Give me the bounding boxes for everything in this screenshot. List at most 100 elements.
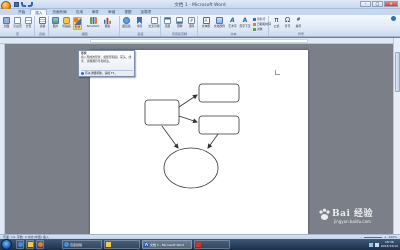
group-text: A 文本框 文档部件 A 艺术字 A 首字下沉 签名行 日期和时间 对象 文本 <box>199 16 271 36</box>
blank-page-button[interactable]: 空白页 <box>13 17 22 28</box>
page-number-icon: # <box>188 17 195 24</box>
blank-page-icon <box>14 17 21 24</box>
word-icon: W <box>144 242 149 247</box>
picture-button[interactable]: 图片 <box>51 17 60 28</box>
ellipse-bottom[interactable] <box>163 147 219 189</box>
table-icon <box>39 17 46 24</box>
scrollbar-thumb[interactable] <box>395 52 400 92</box>
tooltip-body: 插入现成的形状，如矩形和圆、箭头、线条、流程图符号和标注。 <box>81 55 132 63</box>
baidu-paw-icon <box>319 208 330 220</box>
taskbar-item-folder[interactable] <box>104 240 140 249</box>
hyperlink-icon <box>123 17 130 24</box>
footer-icon <box>176 17 183 24</box>
page-number-button[interactable]: # 页码 <box>187 17 196 28</box>
chart-button[interactable]: 图表 <box>103 17 112 28</box>
dropcap-button[interactable]: A 首字下沉 <box>239 17 251 28</box>
hyperlink-button[interactable]: 超链接 <box>122 17 131 28</box>
quick-parts-button[interactable]: 文档部件 <box>213 17 226 28</box>
wordart-button[interactable]: A 艺术字 <box>227 17 238 28</box>
clock[interactable]: 18:36 2013/12/10 <box>380 240 398 248</box>
window-title: 文档 1 - Microsoft Word <box>174 3 226 8</box>
rounded-rect-top-right[interactable] <box>198 83 240 103</box>
number-button[interactable]: # 编号 <box>294 17 303 28</box>
help-icon <box>81 71 84 75</box>
arrow-right-to-ellipse[interactable] <box>207 133 219 149</box>
folder-icon <box>106 242 111 247</box>
taskbar-quicklaunch-media[interactable] <box>36 240 44 249</box>
quick-parts-icon <box>216 17 223 24</box>
flow-diagram <box>144 83 240 189</box>
title-bar: 文档 1 - Microsoft Word – □ × <box>0 0 400 11</box>
table-button[interactable]: 表格 <box>38 17 47 28</box>
rounded-rect-left[interactable] <box>144 99 180 126</box>
page-break-button[interactable]: 分页 <box>24 17 33 28</box>
ribbon: 封面 空白页 分页 页 表格 表格 图片 剪贴画 形状 SmartArt 图表 … <box>0 15 400 37</box>
wordart-icon: A <box>230 17 235 24</box>
bookmark-icon <box>137 17 142 24</box>
group-pages: 封面 空白页 分页 页 <box>1 16 35 36</box>
textbox-button[interactable]: A 文本框 <box>200 17 212 28</box>
arrow-left-to-ellipse[interactable] <box>161 125 179 149</box>
cover-page-button[interactable]: 封面 <box>2 17 11 28</box>
number-icon: # <box>296 17 301 23</box>
group-tables: 表格 表格 <box>36 16 49 36</box>
document-page[interactable] <box>90 50 308 234</box>
watermark-url: jingyan.baidu.com <box>334 219 371 224</box>
taskbar-item-app[interactable] <box>194 240 230 249</box>
page-break-icon <box>25 17 32 24</box>
chart-icon <box>104 17 111 24</box>
taskbar-quicklaunch-ie[interactable] <box>16 240 24 249</box>
header-button[interactable]: 页眉 <box>163 17 172 28</box>
arrow-to-mid-right[interactable] <box>178 115 198 124</box>
taskbar-item-word[interactable]: W 文档 1 - Microsoft Word <box>142 240 192 249</box>
arrow-to-top-right[interactable] <box>178 94 198 108</box>
network-icon[interactable] <box>368 242 373 247</box>
equation-button[interactable]: π 公式 <box>272 17 281 28</box>
system-tray: 18:36 2013/12/10 <box>368 240 398 249</box>
app-icon <box>196 242 201 247</box>
footer-button[interactable]: 页脚 <box>175 17 184 28</box>
bookmark-button[interactable]: 书签 <box>135 17 144 28</box>
baidu-watermark: Bai 经验 jingyan.baidu.com <box>316 204 392 230</box>
clipart-button[interactable]: 剪贴画 <box>62 17 71 28</box>
window-controls: – □ × <box>360 1 398 7</box>
browser-icon <box>64 242 69 247</box>
group-illustrations: 图片 剪贴画 形状 SmartArt 图表 插图 <box>50 16 120 36</box>
smartart-button[interactable]: SmartArt <box>86 17 100 28</box>
close-icon[interactable]: × <box>384 1 398 7</box>
clock-date: 2013/12/10 <box>380 243 398 248</box>
folder-icon <box>28 242 33 247</box>
minimize-icon[interactable]: – <box>360 1 371 7</box>
group-header-footer: 页眉 页脚 # 页码 页眉和页脚 <box>162 16 198 36</box>
dropcap-icon: A <box>242 17 248 24</box>
taskbar: 百度经验 W 文档 1 - Microsoft Word 18:36 2013/1… <box>0 239 400 250</box>
help-icon[interactable] <box>391 16 396 21</box>
tooltip-help: 有关详细帮助，请按 F1。 <box>81 70 133 75</box>
start-button[interactable] <box>1 239 12 250</box>
clipart-icon <box>63 17 70 24</box>
cross-reference-icon <box>150 17 158 24</box>
shapes-icon <box>74 18 81 25</box>
watermark-text: Bai 经验 <box>332 209 373 219</box>
taskbar-item-browser[interactable]: 百度经验 <box>62 240 102 249</box>
shapes-button[interactable]: 形状 <box>73 17 82 30</box>
media-icon <box>38 242 43 247</box>
maximize-icon[interactable]: □ <box>372 1 383 7</box>
signature-line-button[interactable]: 签名行 <box>253 17 265 21</box>
vertical-scrollbar[interactable] <box>393 38 400 234</box>
ie-icon <box>18 242 23 247</box>
textbox-icon: A <box>202 17 210 24</box>
volume-icon[interactable] <box>374 242 379 247</box>
header-icon <box>164 17 171 24</box>
calendar-icon <box>253 22 256 26</box>
group-links: 超链接 书签 交叉引用 链接 <box>121 16 161 36</box>
cover-page-icon <box>3 17 10 24</box>
date-time-button[interactable]: 日期和时间 <box>253 22 271 26</box>
rounded-rect-mid-right[interactable] <box>198 115 240 135</box>
symbol-button[interactable]: Ω 符号 <box>283 17 292 28</box>
cross-reference-button[interactable]: 交叉引用 <box>148 17 160 28</box>
object-button[interactable]: 对象 <box>253 27 263 31</box>
taskbar-quicklaunch-folder[interactable] <box>26 240 34 249</box>
zoom-slider[interactable] <box>363 236 382 238</box>
equation-icon: π <box>274 16 279 24</box>
